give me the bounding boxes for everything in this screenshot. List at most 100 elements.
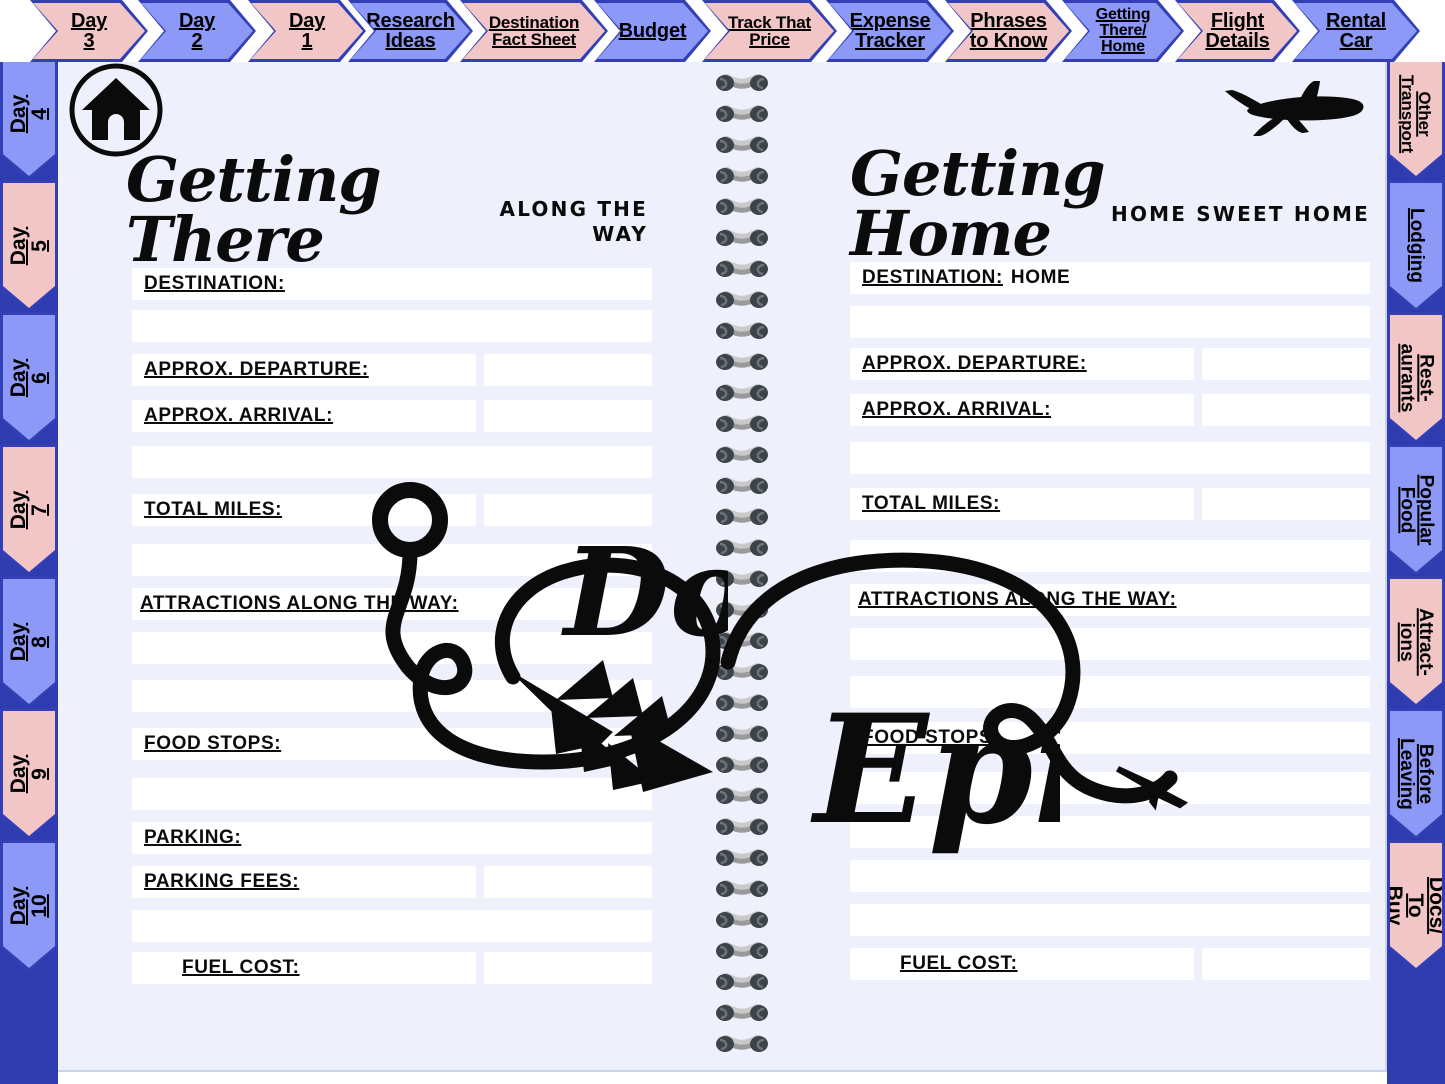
top-tab-getting-there-home[interactable]: Getting There/Home: [1062, 0, 1184, 62]
getting-home-field-label: APPROX. ARRIVAL:: [862, 399, 1052, 420]
getting-home-field-label-box[interactable]: APPROX. ARRIVAL:: [850, 394, 1194, 426]
day-tab-day-8[interactable]: Day 8: [0, 576, 58, 707]
spiral-ring-icon: [716, 631, 768, 653]
getting-there-field-input[interactable]: [132, 310, 652, 342]
getting-there-field-label: PARKING:: [144, 827, 242, 848]
top-tab-day-3[interactable]: Day 3: [30, 0, 148, 62]
getting-there-field-label-box[interactable]: ATTRACTIONS ALONG THE WAY:: [132, 588, 652, 620]
getting-there-field-label-box[interactable]: FUEL COST:: [132, 952, 476, 984]
getting-home-field-input[interactable]: [1202, 394, 1370, 426]
top-tab-label: Budget: [618, 19, 687, 42]
top-tab-expense-tracker[interactable]: Expense Tracker: [826, 0, 954, 62]
getting-home-field-input[interactable]: [1202, 488, 1370, 520]
day-tab-label: Day 10: [7, 886, 51, 925]
getting-there-field-row: ATTRACTIONS ALONG THE WAY:: [132, 588, 652, 620]
getting-home-field-row: [850, 442, 1370, 474]
top-tab-phrases-toknow[interactable]: Phrases to Know: [945, 0, 1072, 62]
top-tab-research-ideas[interactable]: Research Ideas: [348, 0, 473, 62]
category-tab-lodging[interactable]: Lodging: [1387, 180, 1445, 311]
getting-there-field-input[interactable]: [132, 680, 652, 712]
day-tab-day-4[interactable]: Day 4: [0, 48, 58, 179]
getting-there-field-label: FUEL COST:: [182, 957, 300, 978]
day-tab-day-7[interactable]: Day 7: [0, 444, 58, 575]
category-tab-docs-tobuy[interactable]: Docs/ To Buy: [1387, 840, 1445, 971]
category-tab-label: Lodging: [1405, 208, 1427, 283]
getting-there-field-row: PARKING:: [132, 822, 652, 854]
top-tab-budget[interactable]: Budget: [594, 0, 711, 62]
spiral-ring-icon: [716, 755, 768, 777]
top-tab-destination-factsheet[interactable]: Destination Fact Sheet: [460, 0, 608, 62]
day-tab-day-9[interactable]: Day 9: [0, 708, 58, 839]
spiral-ring-icon: [716, 724, 768, 746]
getting-there-field-input[interactable]: [132, 446, 652, 478]
getting-there-field-label-box[interactable]: PARKING:: [132, 822, 652, 854]
getting-there-field-label-box[interactable]: FOOD STOPS:: [132, 728, 652, 760]
getting-home-field-input[interactable]: [850, 442, 1370, 474]
top-tab-trackthat-price[interactable]: Track That Price: [702, 0, 837, 62]
spiral-ring-icon: [716, 538, 768, 560]
getting-there-field-input[interactable]: [484, 866, 652, 898]
getting-home-field-input[interactable]: [850, 860, 1370, 892]
day-tab-day-5[interactable]: Day 5: [0, 180, 58, 311]
day-tab-day-6[interactable]: Day 6: [0, 312, 58, 443]
getting-home-field-label: ATTRACTIONS ALONG THE WAY:: [858, 589, 1177, 610]
getting-there-field-input[interactable]: [484, 494, 652, 526]
top-tab-flight-details[interactable]: Flight Details: [1175, 0, 1300, 62]
getting-home-field-row: [850, 540, 1370, 572]
top-tab-label: Destination Fact Sheet: [488, 12, 580, 49]
travel-planner-page: Getting There ALONG THE WAY DESTINATION:…: [0, 0, 1445, 1084]
category-tab-other-transport[interactable]: Other Transport: [1387, 48, 1445, 179]
day-tab-day-10[interactable]: Day 10: [0, 840, 58, 971]
getting-home-field-row: [850, 904, 1370, 936]
getting-there-field-input[interactable]: [132, 544, 652, 576]
getting-home-field-row: [850, 816, 1370, 848]
getting-there-field-input[interactable]: [484, 400, 652, 432]
getting-there-field-input[interactable]: [484, 952, 652, 984]
getting-home-field-label-box[interactable]: ATTRACTIONS ALONG THE WAY:: [850, 584, 1370, 616]
getting-there-field-label-box[interactable]: TOTAL MILES:: [132, 494, 476, 526]
getting-there-field-label-box[interactable]: APPROX. ARRIVAL:: [132, 400, 476, 432]
spiral-ring-icon: [716, 569, 768, 591]
getting-there-field-input[interactable]: [132, 778, 652, 810]
spiral-ring-icon: [716, 290, 768, 312]
top-tab-label: Expense Tracker: [849, 9, 931, 52]
getting-home-field-input[interactable]: [1202, 348, 1370, 380]
getting-there-field-label-box[interactable]: PARKING FEES:: [132, 866, 476, 898]
top-tab-label: Day 3: [70, 9, 108, 52]
top-tab-rental-car[interactable]: Rental Car: [1292, 0, 1420, 62]
getting-home-field-input[interactable]: [850, 676, 1370, 708]
spiral-ring-icon: [716, 476, 768, 498]
getting-there-field-input[interactable]: [484, 354, 652, 386]
getting-home-field-label-box[interactable]: FUEL COST:: [850, 948, 1194, 980]
getting-home-field-label: APPROX. DEPARTURE:: [862, 353, 1087, 374]
getting-home-field-label-box[interactable]: TOTAL MILES:: [850, 488, 1194, 520]
spiral-ring-icon: [716, 166, 768, 188]
home-icon[interactable]: [68, 62, 164, 158]
top-tab-day-1[interactable]: Day 1: [248, 0, 366, 62]
getting-there-field-row: [132, 778, 652, 810]
category-tab-before-leaving[interactable]: Before Leaving: [1387, 708, 1445, 839]
spiral-ring-icon: [716, 693, 768, 715]
getting-home-field-input[interactable]: [850, 772, 1370, 804]
day-tab-label: Day 8: [7, 622, 51, 661]
category-tab-popular-food[interactable]: Popular Food: [1387, 444, 1445, 575]
getting-there-field-input[interactable]: [132, 632, 652, 664]
getting-home-field-input[interactable]: [850, 904, 1370, 936]
spiral-binding: [694, 62, 780, 1072]
top-tab-day-2[interactable]: Day 2: [138, 0, 256, 62]
top-tab-label: Rental Car: [1326, 9, 1386, 52]
getting-home-field-input[interactable]: [850, 816, 1370, 848]
category-tab-rest--aurants[interactable]: Rest- aurants: [1387, 312, 1445, 443]
getting-home-field-label-box[interactable]: APPROX. DEPARTURE:: [850, 348, 1194, 380]
getting-home-field-label-box[interactable]: FOOD STOPS:: [850, 722, 1370, 754]
getting-there-field-label-box[interactable]: APPROX. DEPARTURE:: [132, 354, 476, 386]
category-tab-attract--ions[interactable]: Attract- ions: [1387, 576, 1445, 707]
spiral-ring-icon: [716, 817, 768, 839]
getting-home-field-input[interactable]: [850, 306, 1370, 338]
getting-home-field-input[interactable]: [850, 540, 1370, 572]
getting-home-field-input[interactable]: [850, 628, 1370, 660]
getting-home-field-input[interactable]: [1202, 948, 1370, 980]
spiral-ring-icon: [716, 259, 768, 281]
getting-there-field-label: FOOD STOPS:: [144, 733, 282, 754]
getting-there-field-input[interactable]: [132, 910, 652, 942]
